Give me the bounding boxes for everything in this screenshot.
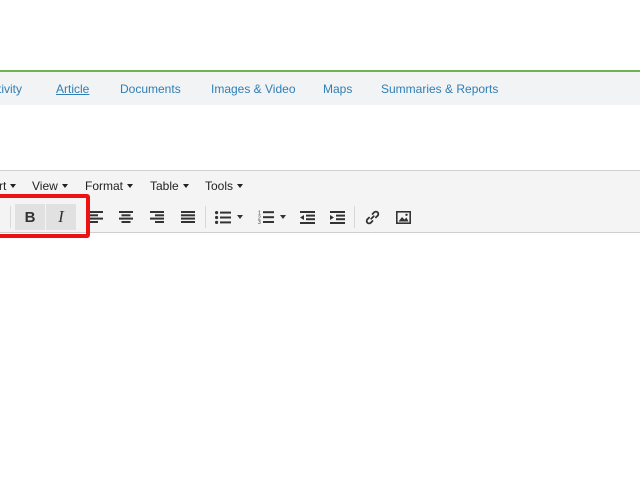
outdent-icon: [299, 210, 315, 224]
toolbar-divider: [205, 206, 206, 228]
indent-icon: [329, 210, 345, 224]
menu-insert[interactable]: rt: [0, 179, 17, 193]
link-icon: [365, 210, 379, 224]
bullet-list-button[interactable]: [212, 204, 246, 230]
chevron-down-icon: [280, 215, 286, 219]
menu-format[interactable]: Format: [85, 179, 134, 193]
menu-tools-label: Tools: [205, 179, 234, 193]
toolbar-divider: [354, 206, 355, 228]
outdent-button[interactable]: [299, 204, 315, 230]
chevron-down-icon: [237, 215, 243, 219]
menu-format-label: Format: [85, 179, 124, 193]
bullet-list-icon: [215, 210, 231, 224]
align-left-icon: [89, 211, 103, 223]
numbered-list-button[interactable]: 123: [255, 204, 289, 230]
chevron-down-icon: [61, 184, 68, 188]
menu-insert-label: rt: [0, 179, 7, 193]
align-right-button[interactable]: [149, 204, 165, 230]
align-justify-icon: [181, 211, 195, 223]
chevron-down-icon: [237, 184, 244, 188]
tab-article[interactable]: Article: [56, 82, 89, 96]
menu-view-label: View: [32, 179, 58, 193]
page-header-area: [0, 0, 640, 71]
numbered-list-icon: 123: [258, 211, 274, 224]
tab-images-video[interactable]: Images & Video: [211, 82, 296, 96]
menu-table-label: Table: [150, 179, 179, 193]
tab-activity[interactable]: tivity: [0, 82, 22, 96]
menu-view[interactable]: View: [32, 179, 68, 193]
chevron-down-icon: [182, 184, 189, 188]
chevron-down-icon: [10, 184, 17, 188]
section-tab-bar: [0, 72, 640, 105]
align-justify-button[interactable]: [180, 204, 196, 230]
menu-table[interactable]: Table: [150, 179, 189, 193]
tab-maps[interactable]: Maps: [323, 82, 352, 96]
align-center-button[interactable]: [118, 204, 134, 230]
tab-summaries-reports[interactable]: Summaries & Reports: [381, 82, 498, 96]
svg-text:3: 3: [258, 220, 261, 224]
align-right-icon: [150, 211, 164, 223]
indent-button[interactable]: [329, 204, 345, 230]
insert-link-button[interactable]: [364, 204, 380, 230]
annotation-highlight-box: [0, 194, 90, 238]
align-center-icon: [119, 211, 133, 223]
tab-documents[interactable]: Documents: [120, 82, 181, 96]
align-left-button[interactable]: [89, 204, 103, 230]
insert-image-button[interactable]: [394, 204, 412, 230]
image-icon: [395, 210, 411, 224]
chevron-down-icon: [127, 184, 134, 188]
menu-tools[interactable]: Tools: [205, 179, 244, 193]
